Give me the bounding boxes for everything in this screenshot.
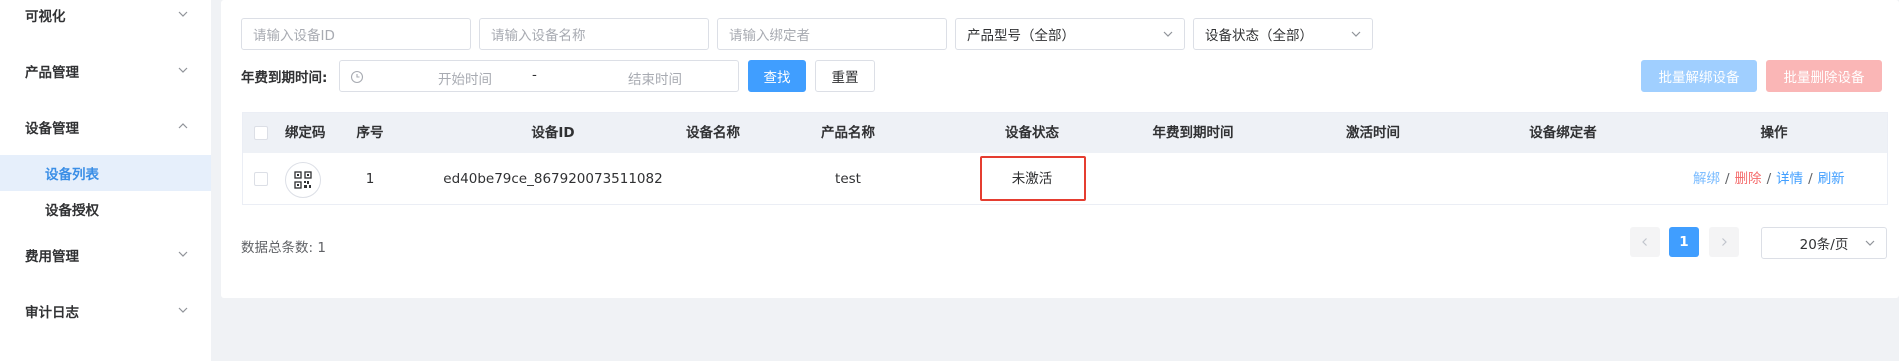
end-time-placeholder: 结束时间 (628, 72, 682, 88)
chevron-up-icon (177, 120, 191, 134)
product-model-select[interactable]: 产品型号（全部） (955, 18, 1185, 50)
menu-product-management[interactable]: 产品管理 (0, 56, 211, 86)
device-name-input[interactable]: 请输入设备名称 (479, 18, 709, 50)
header-device-name: 设备名称 (686, 125, 740, 141)
current-page-number: 1 (1679, 234, 1689, 250)
page-1-button[interactable]: 1 (1669, 227, 1699, 257)
chevron-left-icon (1642, 238, 1647, 246)
header-actions: 操作 (1760, 125, 1788, 141)
header-index: 序号 (356, 125, 384, 141)
menu-device-management[interactable]: 设备管理 (0, 112, 211, 142)
unbind-link[interactable]: 解绑 (1693, 171, 1720, 187)
refresh-link[interactable]: 刷新 (1818, 171, 1845, 187)
binder-placeholder: 请输入绑定者 (729, 28, 810, 44)
chevron-down-icon (1350, 28, 1362, 44)
device-name-placeholder: 请输入设备名称 (491, 28, 586, 44)
range-separator: - (532, 67, 537, 83)
menu-audit-log-label: 审计日志 (25, 305, 79, 321)
prev-page-button[interactable] (1630, 227, 1660, 257)
menu-visualization-label: 可视化 (25, 9, 66, 25)
total-count: 数据总条数: 1 (241, 240, 326, 256)
menu-audit-log[interactable]: 审计日志 (0, 296, 211, 326)
start-time-placeholder: 开始时间 (438, 72, 492, 88)
chevron-right-icon (1722, 238, 1727, 246)
sidebar-item-device-authorization-label: 设备授权 (45, 203, 99, 219)
next-page-button[interactable] (1709, 227, 1739, 257)
product-model-value: 产品型号（全部） (967, 28, 1075, 44)
cell-expiry-time (1138, 153, 1248, 205)
chevron-down-icon (1864, 237, 1876, 253)
device-id-placeholder: 请输入设备ID (253, 28, 335, 44)
cell-device-name (663, 153, 763, 205)
menu-device-management-label: 设备管理 (25, 121, 79, 137)
page-size-value: 20条/页 (1799, 237, 1849, 253)
header-expiry-time: 年费到期时间 (1152, 125, 1234, 141)
search-button-label: 查找 (763, 70, 791, 86)
sidebar: 可视化 产品管理 设备管理 设备列表 设备授权 费用管理 审计日志 (0, 0, 211, 361)
cell-index: 1 (365, 171, 375, 187)
status-highlight-box (980, 156, 1086, 201)
action-separator: / (1766, 171, 1772, 187)
menu-product-management-label: 产品管理 (25, 65, 79, 81)
header-device-binder: 设备绑定者 (1529, 125, 1597, 141)
header-product-name: 产品名称 (821, 125, 875, 141)
chevron-down-icon (177, 304, 191, 318)
row-checkbox[interactable] (254, 172, 268, 186)
row-actions: 解绑 / 删除 / 详情 / 刷新 (1693, 153, 1845, 205)
cell-activation-time (1323, 153, 1423, 205)
clock-icon (350, 70, 364, 88)
search-button[interactable]: 查找 (748, 60, 806, 92)
batch-delete-button[interactable]: 批量删除设备 (1766, 60, 1882, 92)
chevron-down-icon (177, 64, 191, 78)
binder-input[interactable]: 请输入绑定者 (717, 18, 947, 50)
header-activation-time: 激活时间 (1346, 125, 1400, 141)
device-table: 绑定码 序号 设备ID 设备名称 产品名称 设备状态 年费到期时间 激活时间 设… (242, 112, 1888, 205)
reset-button-label: 重置 (831, 70, 859, 86)
device-status-value: 设备状态（全部） (1205, 28, 1313, 44)
sidebar-item-device-authorization[interactable]: 设备授权 (0, 191, 211, 227)
qr-code-button[interactable] (285, 162, 321, 198)
menu-fee-management-label: 费用管理 (25, 249, 79, 265)
cell-product-name: test (835, 171, 861, 187)
header-device-id: 设备ID (531, 125, 575, 141)
batch-unbind-button[interactable]: 批量解绑设备 (1641, 60, 1757, 92)
device-id-input[interactable]: 请输入设备ID (241, 18, 471, 50)
menu-fee-management[interactable]: 费用管理 (0, 240, 211, 270)
device-status-select[interactable]: 设备状态（全部） (1193, 18, 1373, 50)
select-all-checkbox[interactable] (254, 126, 268, 140)
qr-code-icon (294, 171, 312, 189)
reset-button[interactable]: 重置 (815, 60, 875, 92)
expiry-time-label: 年费到期时间: (241, 70, 328, 86)
menu-visualization[interactable]: 可视化 (0, 0, 211, 30)
cell-device-binder (1513, 153, 1613, 205)
detail-link[interactable]: 详情 (1776, 171, 1803, 187)
sidebar-item-device-list[interactable]: 设备列表 (0, 155, 211, 191)
sidebar-item-device-list-label: 设备列表 (45, 167, 99, 183)
batch-delete-label: 批量删除设备 (1783, 70, 1865, 86)
header-binding-code: 绑定码 (285, 125, 326, 141)
expiry-date-range-picker[interactable]: 开始时间 - 结束时间 (339, 60, 739, 92)
action-separator: / (1725, 171, 1730, 187)
delete-link[interactable]: 删除 (1735, 171, 1762, 187)
chevron-down-icon (177, 8, 191, 22)
chevron-down-icon (1162, 28, 1174, 44)
action-separator: / (1808, 171, 1813, 187)
page-size-select[interactable]: 20条/页 (1761, 227, 1887, 259)
header-device-status: 设备状态 (1005, 125, 1059, 141)
batch-unbind-label: 批量解绑设备 (1658, 70, 1740, 86)
cell-device-id: ed40be79ce_867920073511082 (443, 171, 663, 187)
chevron-down-icon (177, 248, 191, 262)
